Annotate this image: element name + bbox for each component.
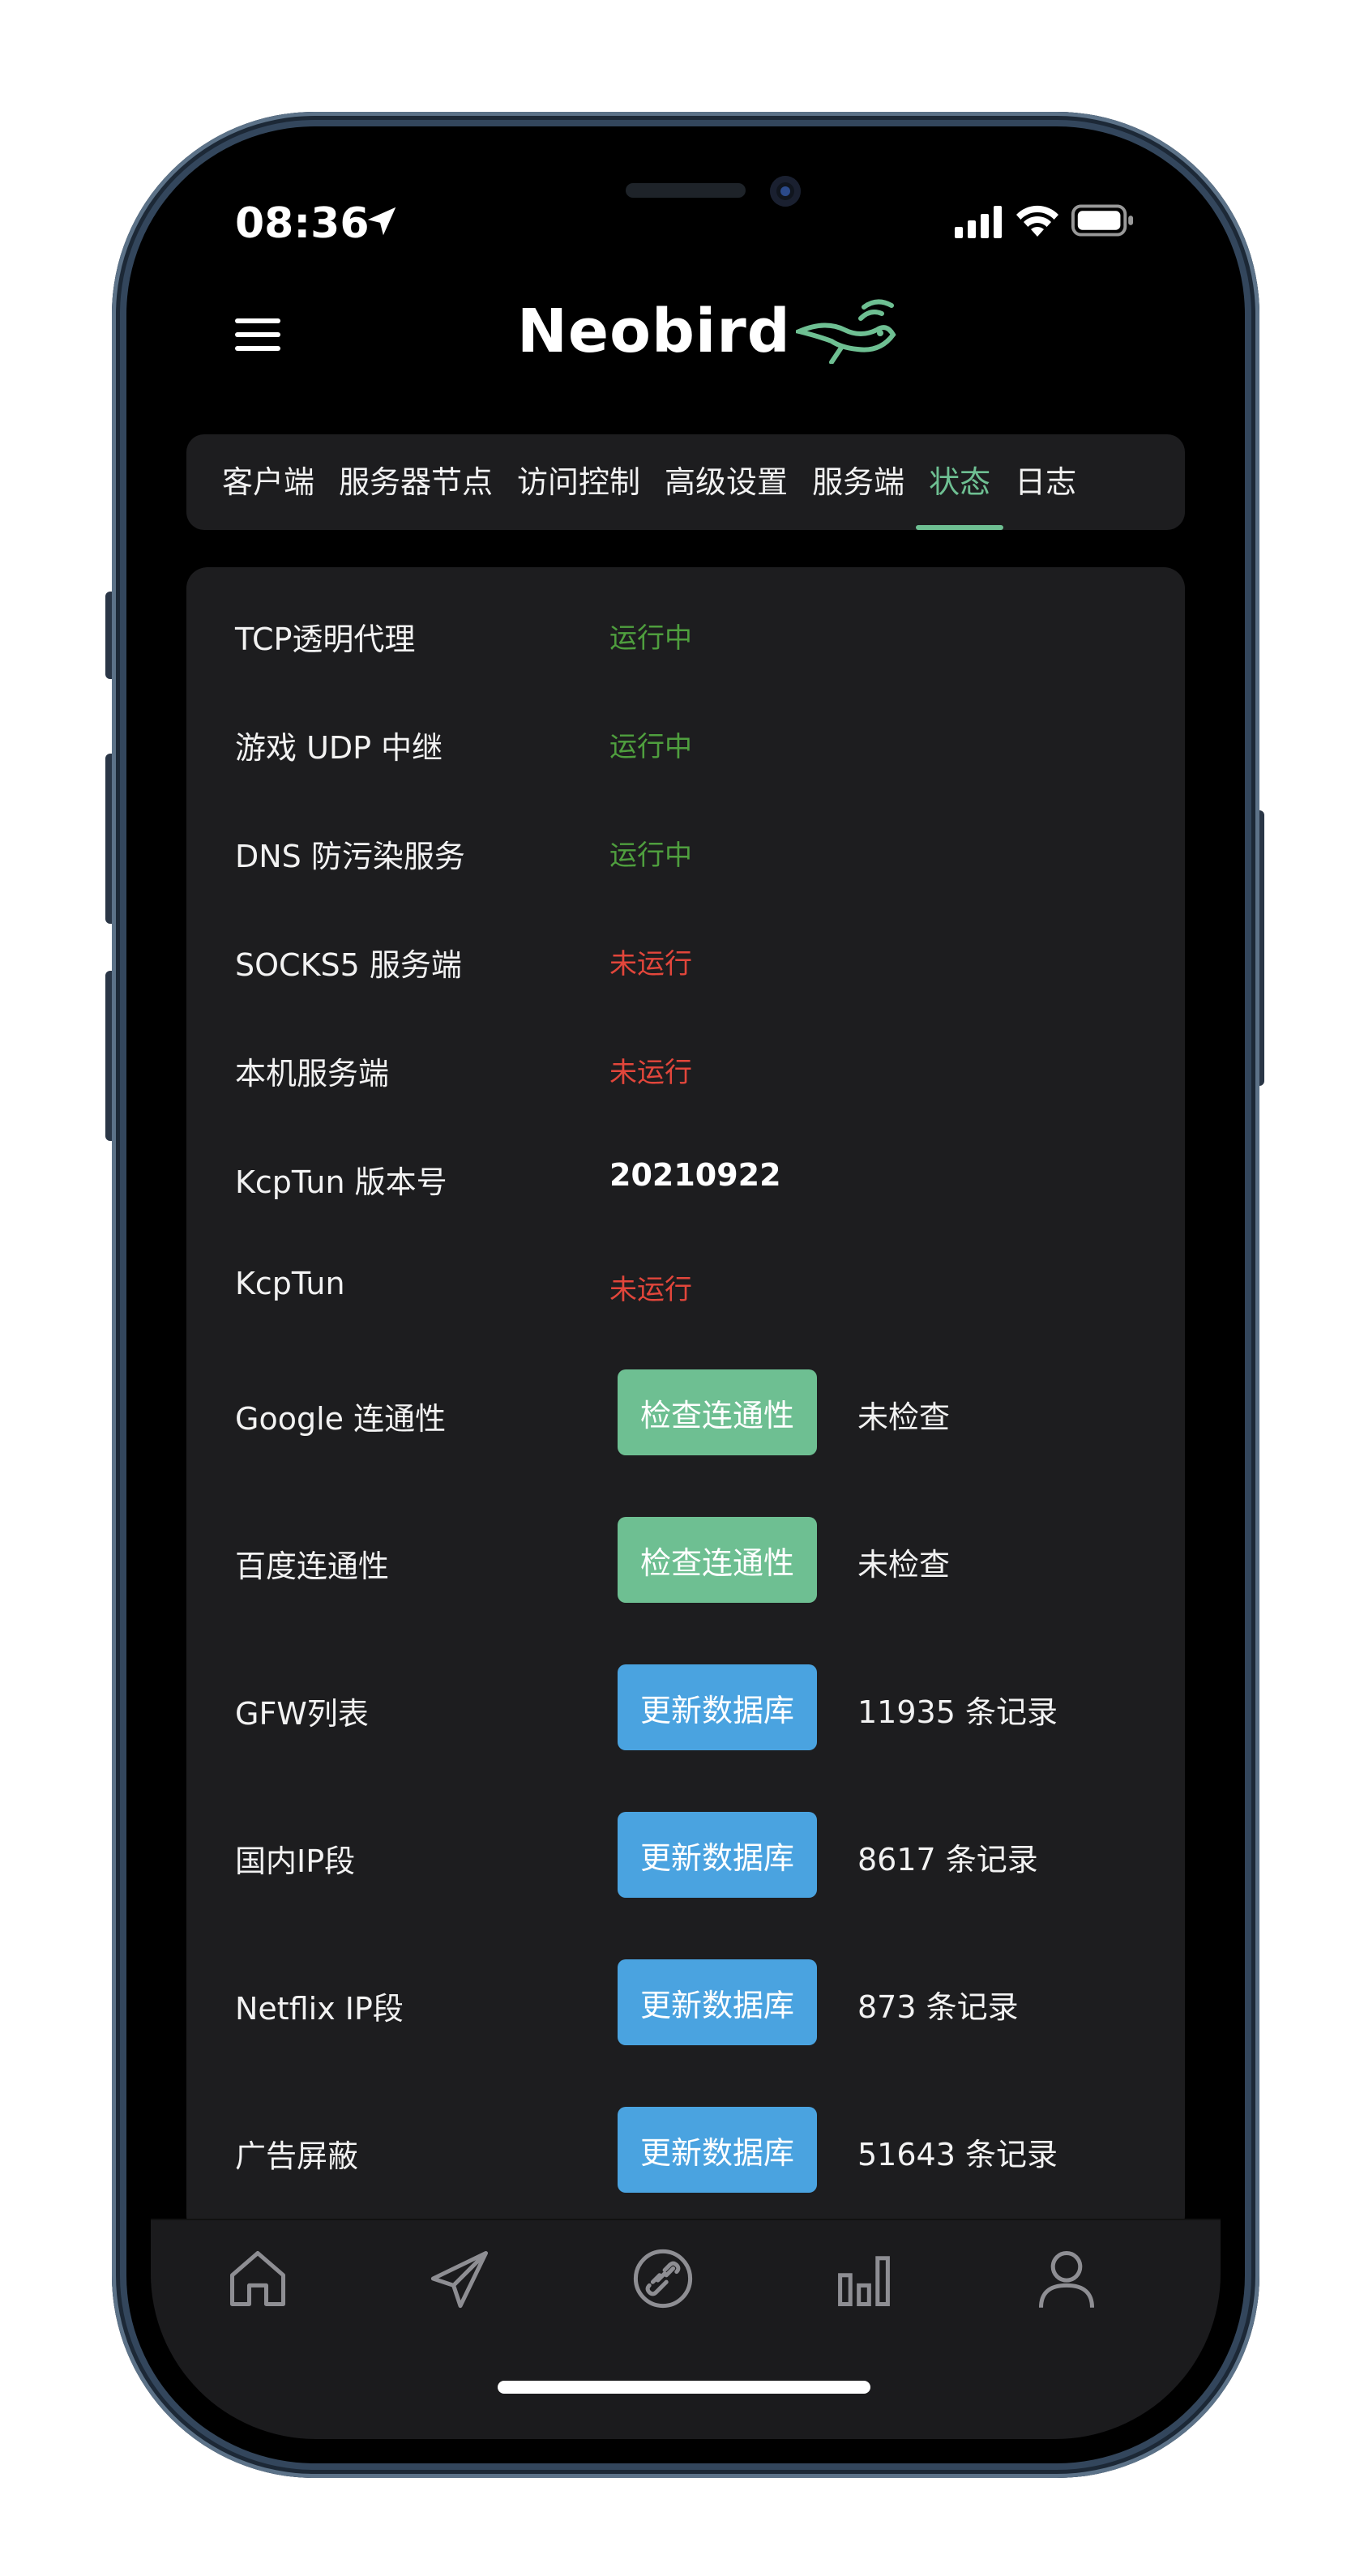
home-icon[interactable]: [224, 2245, 292, 2313]
action-label: GFW列表: [235, 1696, 369, 1732]
action-label: 国内IP段: [235, 1843, 356, 1879]
version-value: 20210922: [609, 1157, 781, 1193]
status-value: 运行中: [609, 622, 692, 655]
tab-logs[interactable]: 日志: [1015, 434, 1076, 530]
update-database-button[interactable]: 更新数据库: [618, 1959, 817, 2045]
tab-bar: 客户端 服务器节点 访问控制 高级设置 服务端 状态 日志: [186, 434, 1185, 530]
status-label: SOCKS5 服务端: [235, 947, 462, 983]
send-icon[interactable]: [426, 2245, 494, 2313]
status-label: DNS 防污染服务: [235, 839, 465, 874]
action-result: 8617 条记录: [857, 1842, 1038, 1878]
wifi-icon: [1016, 205, 1058, 237]
status-card: TCP透明代理 运行中 游戏 UDP 中继 运行中 DNS 防污染服务 运行中 …: [186, 567, 1185, 2236]
action-label: 百度连通性: [235, 1549, 390, 1584]
tab-advanced-settings[interactable]: 高级设置: [665, 434, 788, 530]
status-label: KcpTun: [235, 1266, 345, 1301]
status-time: 08:36: [235, 199, 370, 248]
action-label: Netflix IP段: [235, 1991, 404, 2027]
action-label: Google 连通性: [235, 1401, 447, 1437]
tab-client[interactable]: 客户端: [222, 434, 314, 530]
link-icon[interactable]: [629, 2245, 697, 2313]
status-label: 本机服务端: [235, 1056, 390, 1091]
user-icon[interactable]: [1033, 2245, 1101, 2313]
cellular-signal-icon: [955, 206, 1002, 238]
check-connectivity-button[interactable]: 检查连通性: [618, 1369, 817, 1455]
status-label: TCP透明代理: [235, 622, 416, 657]
update-database-button[interactable]: 更新数据库: [618, 1664, 817, 1750]
status-label: KcpTun 版本号: [235, 1164, 447, 1200]
hummingbird-logo-icon: [795, 299, 896, 364]
location-arrow-icon: [367, 207, 396, 236]
home-indicator: [498, 2381, 870, 2394]
check-connectivity-button[interactable]: 检查连通性: [618, 1517, 817, 1603]
action-result: 11935 条记录: [857, 1694, 1058, 1730]
tab-server-nodes[interactable]: 服务器节点: [339, 434, 493, 530]
status-value: 未运行: [609, 1274, 692, 1306]
update-database-button[interactable]: 更新数据库: [618, 2107, 817, 2193]
screen: 08:36 Neobird 客户端 服务器节点 访问控制 高级设置 服务端 状态…: [151, 151, 1221, 2439]
battery-icon: [1071, 204, 1134, 237]
status-value: 运行中: [609, 839, 692, 872]
status-value: 未运行: [609, 1057, 692, 1089]
action-result: 未检查: [857, 1547, 951, 1583]
status-label: 游戏 UDP 中继: [235, 730, 443, 766]
status-value: 运行中: [609, 731, 692, 763]
action-result: 873 条记录: [857, 1989, 1019, 2025]
bar-chart-icon[interactable]: [830, 2245, 898, 2313]
action-result: 未检查: [857, 1399, 951, 1435]
brand-logo: Neobird: [517, 297, 901, 366]
tab-access-control[interactable]: 访问控制: [517, 434, 640, 530]
action-label: 广告屏蔽: [235, 2138, 359, 2174]
menu-icon[interactable]: [235, 317, 280, 352]
status-value: 未运行: [609, 948, 692, 980]
tab-status[interactable]: 状态: [916, 434, 1004, 530]
brand-name: Neobird: [517, 297, 791, 366]
bottom-navigation: [151, 2220, 1221, 2439]
tab-server[interactable]: 服务端: [812, 434, 904, 530]
action-result: 51643 条记录: [857, 2137, 1058, 2172]
update-database-button[interactable]: 更新数据库: [618, 1812, 817, 1898]
status-bar: 08:36: [151, 151, 1221, 288]
